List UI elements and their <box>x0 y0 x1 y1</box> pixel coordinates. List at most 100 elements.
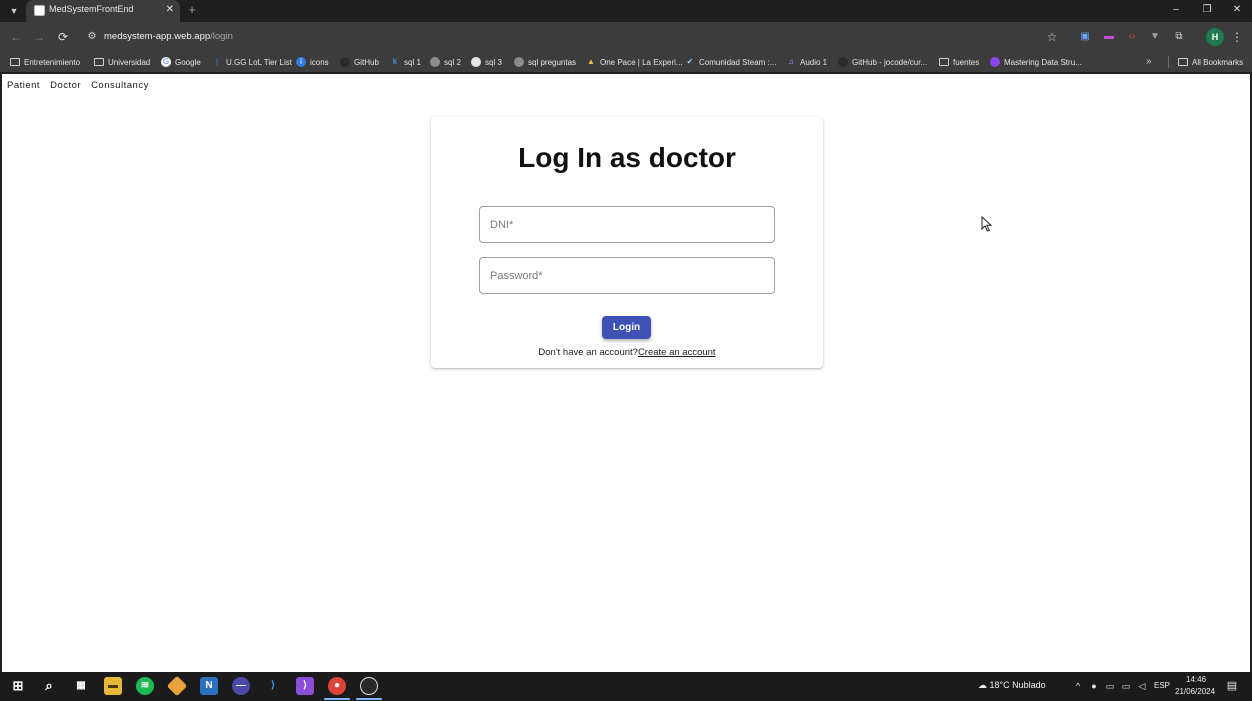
translate-extension-icon[interactable]: ▣ <box>1077 29 1093 45</box>
all-bookmarks-button[interactable]: All Bookmarks <box>1178 54 1243 70</box>
chrome-active-indicator <box>324 698 350 700</box>
back-button[interactable]: ← <box>8 29 24 45</box>
tray-overflow-icon[interactable]: ^ <box>1072 679 1084 693</box>
url-host: medsystem-app.web.app <box>104 31 211 42</box>
recorder-active-indicator <box>356 698 382 700</box>
course-icon <box>990 57 1000 67</box>
folder-icon <box>10 58 20 66</box>
weather-widget[interactable]: ☁ 18°C Nublado <box>978 680 1046 691</box>
site-info-icon[interactable]: ⚙ <box>84 29 100 45</box>
bookmark-star-icon[interactable]: ☆ <box>1044 29 1060 45</box>
git-client-icon[interactable] <box>166 675 188 697</box>
task-view-icon[interactable]: ▦ <box>72 677 90 695</box>
bookmark-item[interactable]: sql 3 <box>471 54 502 70</box>
forward-button[interactable]: → <box>31 29 47 45</box>
nav-link-doctor[interactable]: Doctor <box>50 80 81 91</box>
profile-avatar[interactable]: H <box>1206 28 1224 46</box>
bookmark-item[interactable]: | U.GG LoL Tier List <box>212 54 292 70</box>
bookmark-item[interactable]: ♫ Audio 1 <box>786 54 827 70</box>
page-favicon-icon <box>34 5 45 16</box>
windows-start-icon[interactable]: ⊞ <box>9 677 27 695</box>
github-icon <box>838 57 848 67</box>
globe-icon <box>514 57 524 67</box>
search-icon[interactable]: ⌕ <box>40 677 58 695</box>
bookmarks-divider <box>1168 56 1169 68</box>
dni-field[interactable] <box>479 206 775 243</box>
address-bar[interactable]: ⚙ medsystem-app.web.app/login ☆ <box>78 26 1068 48</box>
login-button[interactable]: Login <box>602 316 651 339</box>
tab-search-chevron-icon[interactable]: ▼ <box>6 3 22 19</box>
minimize-button[interactable]: – <box>1168 2 1184 18</box>
signup-prompt-text: Don't have an account? <box>538 347 638 358</box>
password-input[interactable] <box>480 258 774 293</box>
new-tab-button[interactable]: + <box>184 2 200 18</box>
bookmark-item[interactable]: Universidad <box>94 54 150 70</box>
nav-link-patient[interactable]: Patient <box>7 80 40 91</box>
vue-extension-icon[interactable]: ▼ <box>1147 29 1163 45</box>
reload-button[interactable]: ⟳ <box>55 29 71 45</box>
steam-icon: ✔ <box>686 57 694 66</box>
github-icon <box>340 57 350 67</box>
bookmark-item[interactable]: ✔ Comunidad Steam :... <box>685 54 777 70</box>
icons-site-icon: i <box>296 57 306 67</box>
nav-link-consultancy[interactable]: Consultancy <box>91 80 149 91</box>
extension-icon[interactable]: ▬ <box>1101 29 1117 45</box>
bookmark-item[interactable]: G Google <box>161 54 201 70</box>
clock-time[interactable]: 14:46 <box>1186 675 1206 684</box>
page-title: Log In as doctor <box>518 142 736 173</box>
url-path: /login <box>210 31 233 42</box>
mouse-pointer-icon <box>981 216 993 232</box>
bookmark-item[interactable]: k sql 1 <box>390 54 421 70</box>
password-field[interactable] <box>479 257 775 294</box>
audio-icon: ♫ <box>788 57 794 66</box>
bookmark-item[interactable]: i icons <box>296 54 329 70</box>
top-navigation: Patient Doctor Consultancy <box>7 80 149 91</box>
network-icon[interactable]: ▭ <box>1120 679 1132 693</box>
clock-date[interactable]: 21/06/2024 <box>1175 687 1215 696</box>
cloud-icon: ☁ <box>978 680 990 690</box>
file-explorer-icon[interactable]: ▬ <box>104 677 122 695</box>
github-icon <box>471 57 481 67</box>
window-close-button[interactable]: ✕ <box>1229 2 1245 18</box>
microphone-icon[interactable]: ● <box>1088 679 1100 693</box>
language-indicator[interactable]: ESP <box>1154 681 1170 690</box>
bookmark-item[interactable]: Entretenimiento <box>10 54 80 70</box>
chrome-icon[interactable]: ● <box>328 677 346 695</box>
spotify-icon[interactable]: ≋ <box>136 677 154 695</box>
volume-icon[interactable]: ◁ <box>1136 679 1148 693</box>
globe-icon <box>430 57 440 67</box>
app-icon[interactable]: ― <box>232 677 250 695</box>
create-account-link[interactable]: Create an account <box>638 347 716 358</box>
recorder-icon[interactable] <box>360 677 378 695</box>
url-text[interactable]: medsystem-app.web.app/login <box>104 31 233 42</box>
google-icon: G <box>161 57 171 67</box>
folder-icon <box>94 58 104 66</box>
login-card: Log In as doctor Login Don't have an acc… <box>431 117 823 368</box>
tab-title: MedSystemFrontEnd <box>49 4 134 14</box>
dni-input[interactable] <box>480 207 774 242</box>
bookmarks-overflow-icon[interactable]: » <box>1146 54 1152 70</box>
onepace-icon: ▲ <box>587 57 595 66</box>
bookmark-item[interactable]: sql preguntas <box>514 54 576 70</box>
notifications-icon[interactable]: ▤ <box>1226 679 1238 693</box>
tab-close-icon[interactable]: ✕ <box>166 3 174 17</box>
device-icon[interactable]: ▭ <box>1104 679 1116 693</box>
browser-tab[interactable]: MedSystemFrontEnd ✕ <box>26 0 180 22</box>
app-icon[interactable]: N <box>200 677 218 695</box>
bookmark-item[interactable]: sql 2 <box>430 54 461 70</box>
extensions-puzzle-icon[interactable]: ⧉ <box>1171 29 1187 45</box>
folder-icon <box>939 58 949 66</box>
bookmark-item[interactable]: fuentes <box>939 54 979 70</box>
folder-icon <box>1178 58 1188 66</box>
bookmark-item[interactable]: ▲ One Pace | La Experi... <box>586 54 683 70</box>
bookmark-item[interactable]: GitHub - jocode/cur... <box>838 54 927 70</box>
vscode-icon[interactable]: ⟩ <box>264 677 282 695</box>
devtools-extension-icon[interactable]: ‹› <box>1124 29 1140 45</box>
visual-studio-icon[interactable]: ⟩ <box>296 677 314 695</box>
weather-text: 18°C Nublado <box>989 680 1046 690</box>
bookmark-item[interactable]: GitHub <box>340 54 379 70</box>
bookmark-item[interactable]: Mastering Data Stru... <box>990 54 1082 70</box>
bookmarks-bar: Entretenimiento Universidad G Google | U.G… <box>0 52 1252 72</box>
browser-menu-icon[interactable]: ⋮ <box>1230 29 1244 45</box>
restore-button[interactable]: ❐ <box>1199 2 1215 18</box>
